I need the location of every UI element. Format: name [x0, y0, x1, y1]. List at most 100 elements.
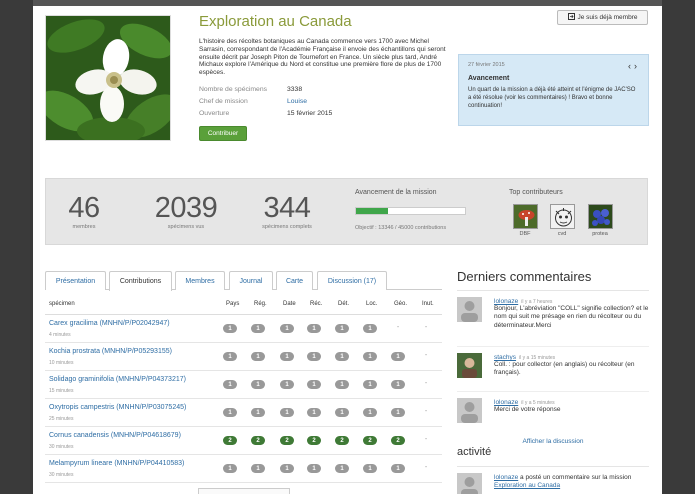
comment-body: lolonaze il y a 7 heures Bonjour, L'abrév… [494, 296, 649, 330]
meta-label: Ouverture [199, 109, 230, 117]
comments-title: Derniers commentaires [457, 269, 649, 291]
progress-label: Avancement de la mission [355, 189, 437, 196]
meta-value: 15 février 2015 [287, 109, 333, 117]
table-row: Oxytropis campestris (MNHN/P/P03075245) 2… [45, 399, 442, 427]
col-locality: Loc. [366, 301, 378, 307]
stat-seen-value: 2039 [154, 192, 218, 224]
page: Exploration au Canada L'histoire des réc… [33, 0, 662, 494]
top-bar [33, 0, 662, 6]
contribution-badge: 1 [280, 324, 294, 333]
comment-body: lolonaze il y a 5 minutes Merci de votre … [494, 397, 649, 414]
contribution-badge: 2 [391, 436, 405, 445]
contributor-cvd[interactable]: cvd [548, 204, 576, 237]
contribution-badge: 1 [280, 408, 294, 417]
col-specimen: spécimen [49, 301, 75, 307]
specimen-time: 10 minutes [49, 360, 74, 366]
contributor-dbf[interactable]: DBF [511, 204, 539, 237]
empty-cell: - [424, 352, 428, 359]
contribution-badge: 1 [223, 324, 237, 333]
contribution-badge: 1 [251, 324, 265, 333]
tab-members[interactable]: Membres [175, 271, 225, 290]
contribution-badge: 1 [363, 380, 377, 389]
contribution-badge: 1 [307, 324, 321, 333]
stat-members-label: membres [72, 224, 96, 230]
col-collector: Réc. [310, 301, 323, 307]
already-member-label: Je suis déjà membre [577, 14, 638, 21]
activity-mission-link[interactable]: Exploration au Canada [494, 482, 560, 489]
col-country: Pays [226, 301, 240, 307]
col-useless: Inut. [422, 301, 434, 307]
tab-journal[interactable]: Journal [229, 271, 273, 290]
top-contributors-label: Top contributeurs [509, 189, 563, 196]
empty-cell: - [424, 408, 428, 415]
contribution-badge: 1 [363, 324, 377, 333]
specimen-link[interactable]: Oxytropis campestris (MNHN/P/P03075245) [49, 404, 186, 411]
meta-row-specimens: Nombre de spécimens 3338 [199, 83, 332, 95]
tab-map[interactable]: Carte [276, 271, 313, 290]
specimen-link[interactable]: Cornus canadensis (MNHN/P/P04618679) [49, 432, 181, 439]
specimen-time: 30 minutes [49, 444, 74, 450]
comment-text: Coll. : pour collector (en anglais) ou r… [494, 361, 635, 377]
contributor-protea[interactable]: protea [586, 204, 614, 237]
contribution-badge: 2 [363, 436, 377, 445]
contribution-badge: 1 [307, 380, 321, 389]
contribution-badge: 1 [391, 408, 405, 417]
tab-presentation[interactable]: Présentation [45, 271, 106, 290]
tab-bar: Présentation Contributions Membres Journ… [45, 271, 442, 291]
contribute-button[interactable]: Contribuer [199, 126, 247, 141]
contribution-badge: 1 [363, 464, 377, 473]
contribution-badge: 1 [335, 352, 349, 361]
tab-contributions[interactable]: Contributions [109, 271, 172, 291]
comment-text: Bonjour, L'abréviation "COLL" signifie c… [494, 305, 649, 329]
table-row: Solidago graminifolia (MNHN/P/P04373217)… [45, 371, 442, 399]
contribution-badge: 1 [307, 408, 321, 417]
show-discussion-link[interactable]: Afficher la discussion [457, 438, 649, 445]
contributor-name: protea [592, 231, 608, 237]
comment-user[interactable]: lolonaze [494, 298, 518, 305]
news-text: Un quart de la mission a déjà été attein… [468, 87, 636, 109]
specimen-link[interactable]: Carex gracilima (MNHN/P/P02042947) [49, 320, 170, 327]
contribution-badge: 1 [251, 380, 265, 389]
contribution-badge: 2 [335, 436, 349, 445]
stat-members: 46 membres [64, 193, 104, 230]
news-panel: 27 février 2015 ‹› Avancement Un quart d… [458, 54, 649, 126]
contribution-badge: 1 [307, 464, 321, 473]
already-member-button[interactable]: Je suis déjà membre [557, 10, 648, 25]
stat-seen: 2039 spécimens vus [150, 193, 222, 230]
comment-item: stachys il y a 15 minutes Coll. : pour co… [457, 353, 649, 392]
stat-members-value: 46 [68, 192, 100, 224]
specimen-link[interactable]: Melampyrum lineare (MNHN/P/P04410583) [49, 460, 184, 467]
contribution-badge: 1 [251, 352, 265, 361]
progress-text: Objectif : 13346 / 45000 contributions [355, 225, 447, 231]
tab-discussion[interactable]: Discussion (17) [317, 271, 387, 290]
pagination[interactable] [198, 488, 290, 494]
contributions-table: spécimen Pays Rég. Date Réc. Dét. Loc. G… [45, 293, 442, 483]
empty-cell: - [396, 324, 400, 331]
stat-seen-label: spécimens vus [167, 224, 205, 230]
comment-user[interactable]: lolonaze [494, 399, 518, 406]
comment-item: lolonaze il y a 7 heures Bonjour, L'abrév… [457, 297, 649, 347]
col-geo: Géo. [394, 301, 408, 307]
empty-cell: - [424, 380, 428, 387]
empty-cell: - [424, 464, 428, 471]
mission-image [45, 15, 171, 141]
avatar [457, 473, 482, 494]
contribution-badge: 1 [307, 352, 321, 361]
progress-bar [355, 207, 466, 215]
specimen-link[interactable]: Kochia prostrata (MNHN/P/P05293155) [49, 348, 172, 355]
table-header: spécimen Pays Rég. Date Réc. Dét. Loc. G… [45, 293, 442, 315]
specimen-link[interactable]: Solidago graminifolia (MNHN/P/P04373217) [49, 376, 186, 383]
comment-user[interactable]: stachys [494, 354, 516, 361]
contribution-badge: 1 [223, 464, 237, 473]
avatar [457, 398, 482, 423]
meta-label: Nombre de spécimens [199, 85, 267, 93]
col-date: Date [283, 301, 296, 307]
comment-body: stachys il y a 15 minutes Coll. : pour co… [494, 352, 649, 378]
chief-link[interactable]: Louise [287, 98, 307, 105]
comment-text: Merci de votre réponse [494, 406, 561, 413]
table-row: Kochia prostrata (MNHN/P/P05293155) 10 mi… [45, 343, 442, 371]
contribution-badge: 2 [307, 436, 321, 445]
activity-text: lolonaze a posté un commentaire sur la m… [494, 474, 649, 490]
activity-user[interactable]: lolonaze [494, 474, 518, 481]
chevron-right-icon[interactable]: › [634, 61, 640, 71]
